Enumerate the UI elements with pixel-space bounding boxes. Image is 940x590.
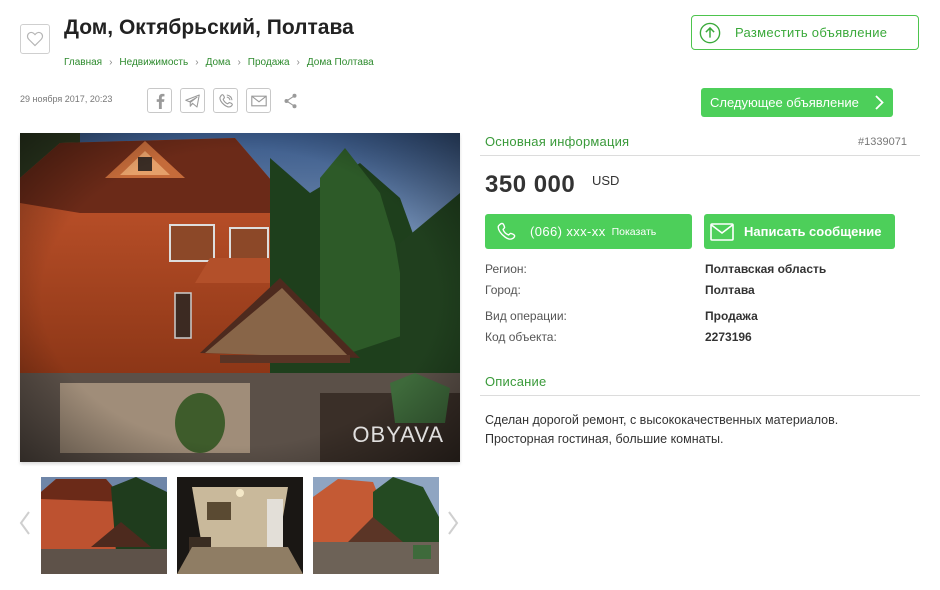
arrow-up-circle-icon bbox=[699, 22, 721, 43]
share-facebook-button[interactable] bbox=[147, 88, 172, 113]
chevron-right-icon: › bbox=[195, 57, 199, 68]
show-phone-label: Показать bbox=[611, 225, 657, 238]
chevron-right-icon: › bbox=[296, 57, 300, 68]
post-ad-button[interactable]: Разместить объявление bbox=[691, 15, 919, 50]
description-line: Сделан дорогой ремонт, с высококачествен… bbox=[485, 413, 839, 427]
envelope-icon bbox=[710, 222, 734, 241]
breadcrumb: Главная › Недвижимость › Дома › Продажа … bbox=[64, 57, 374, 68]
telegram-icon bbox=[185, 93, 200, 108]
share-icon bbox=[284, 93, 296, 108]
city-value: Полтава bbox=[705, 283, 755, 297]
object-code-value: 2273196 bbox=[705, 330, 752, 344]
breadcrumb-sale[interactable]: Продажа bbox=[248, 57, 290, 68]
chevron-right-icon bbox=[448, 511, 459, 535]
thumbnail-2[interactable] bbox=[177, 477, 303, 574]
thumbnail-interior-image bbox=[177, 477, 303, 574]
breadcrumb-houses-poltava[interactable]: Дома Полтава bbox=[307, 57, 374, 68]
city-label: Город: bbox=[485, 283, 521, 297]
email-icon bbox=[250, 95, 267, 106]
breadcrumb-home[interactable]: Главная bbox=[64, 57, 102, 68]
share-viber-button[interactable] bbox=[213, 88, 238, 113]
heart-icon bbox=[26, 31, 44, 47]
region-value: Полтавская область bbox=[705, 262, 827, 276]
write-message-button[interactable]: Написать сообщение bbox=[704, 214, 895, 249]
thumbnail-3[interactable] bbox=[313, 477, 439, 574]
next-ad-label: Следующее объявление bbox=[710, 95, 859, 110]
breadcrumb-houses[interactable]: Дома bbox=[206, 57, 231, 68]
divider bbox=[480, 155, 920, 156]
main-photo[interactable]: OBYAVA bbox=[20, 133, 460, 462]
publish-date: 29 ноября 2017, 20:23 bbox=[20, 94, 113, 104]
gallery-prev-button[interactable] bbox=[18, 508, 32, 538]
description-title: Описание bbox=[485, 374, 547, 389]
chevron-right-icon bbox=[875, 95, 884, 110]
operation-value: Продажа bbox=[705, 309, 758, 323]
thumbnail-1[interactable] bbox=[41, 477, 167, 574]
show-phone-button[interactable]: (066) xxx-xx Показать bbox=[485, 214, 692, 249]
page-title: Дом, Октябрьский, Полтава bbox=[64, 16, 354, 39]
watermark: OBYAVA bbox=[352, 422, 444, 447]
favorite-button[interactable] bbox=[20, 24, 50, 54]
next-ad-button[interactable]: Следующее объявление bbox=[701, 88, 893, 117]
facebook-icon bbox=[156, 93, 164, 109]
description-text: Сделан дорогой ремонт, с высококачествен… bbox=[485, 411, 905, 449]
thumbnail-house-image bbox=[41, 477, 167, 574]
house-photo bbox=[20, 133, 460, 462]
share-telegram-button[interactable] bbox=[180, 88, 205, 113]
phone-icon bbox=[497, 222, 516, 240]
post-ad-label: Разместить объявление bbox=[735, 25, 888, 40]
description-line: Просторная гостиная, большие комнаты. bbox=[485, 432, 724, 446]
share-button[interactable] bbox=[279, 88, 301, 113]
breadcrumb-realty[interactable]: Недвижимость bbox=[119, 57, 188, 68]
thumbnail-garden-image bbox=[313, 477, 439, 574]
chevron-right-icon: › bbox=[109, 57, 113, 68]
phone-number: (066) xxx-xx bbox=[530, 224, 606, 239]
price-value: 350 000 bbox=[485, 171, 576, 198]
price-currency: USD bbox=[592, 173, 620, 188]
write-message-label: Написать сообщение bbox=[744, 224, 882, 239]
share-email-button[interactable] bbox=[246, 88, 271, 113]
chevron-right-icon: › bbox=[237, 57, 241, 68]
gallery-next-button[interactable] bbox=[446, 508, 460, 538]
ad-number: #1339071 bbox=[858, 136, 907, 148]
operation-label: Вид операции: bbox=[485, 309, 567, 323]
viber-icon bbox=[218, 93, 233, 107]
object-code-label: Код объекта: bbox=[485, 330, 557, 344]
main-info-title: Основная информация bbox=[485, 134, 630, 149]
chevron-left-icon bbox=[19, 511, 30, 535]
divider bbox=[480, 395, 920, 396]
region-label: Регион: bbox=[485, 262, 527, 276]
